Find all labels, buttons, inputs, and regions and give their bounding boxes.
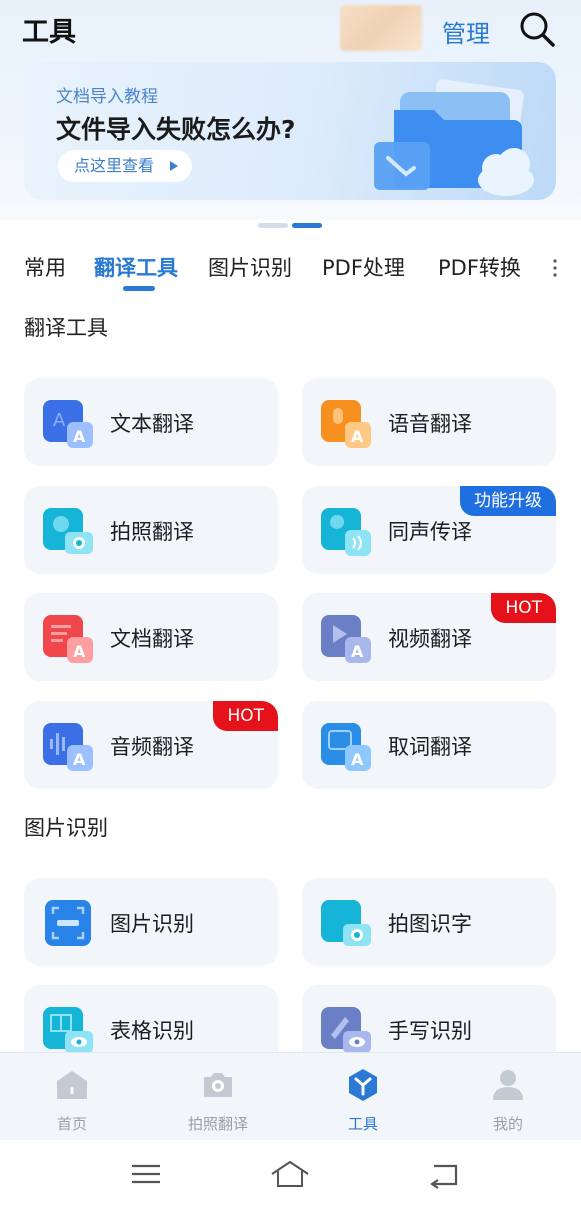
tab-pdf-convert[interactable]: PDF转换	[438, 252, 521, 282]
nav-label: 工具	[347, 1115, 378, 1133]
svg-text:A: A	[351, 750, 364, 769]
system-nav-bar	[0, 1140, 581, 1208]
tool-label: 拍图识字	[388, 912, 472, 936]
hot-badge: HOT	[491, 593, 556, 623]
tool-label: 文档翻译	[110, 627, 194, 651]
blurred-avatar[interactable]	[340, 5, 422, 51]
upgrade-badge: 功能升级	[460, 486, 556, 516]
table-recognition-icon	[43, 1007, 93, 1053]
tool-label: 取词翻译	[388, 735, 472, 759]
section-title-image: 图片识别	[24, 816, 108, 840]
tool-card-simultaneous-interpret[interactable]: 同声传译 功能升级	[302, 486, 556, 574]
tool-label: 同声传译	[388, 520, 472, 544]
tool-card-video-translate[interactable]: A 视频翻译 HOT	[302, 593, 556, 681]
banner-view-label: 点这里查看	[74, 156, 155, 175]
search-icon	[520, 12, 555, 47]
tool-card-audio-translate[interactable]: A 音频翻译 HOT	[24, 701, 278, 789]
camera-icon	[204, 1073, 232, 1097]
home-gesture-icon[interactable]	[270, 1158, 310, 1190]
page-title: 工具	[22, 17, 76, 48]
video-translate-icon: A	[321, 615, 371, 663]
search-button[interactable]	[517, 9, 557, 49]
audio-translate-icon: A	[43, 723, 93, 771]
tools-icon	[349, 1069, 377, 1101]
photo-translate-icon	[43, 508, 93, 554]
nav-label: 我的	[492, 1115, 523, 1133]
folder-illustration-icon	[374, 79, 534, 196]
word-pick-translate-icon: A	[321, 723, 371, 771]
svg-text:A: A	[53, 410, 66, 431]
tab-image-recognition[interactable]: 图片识别	[208, 252, 292, 282]
document-translate-icon: A	[43, 615, 93, 663]
promo-banner[interactable]: 文档导入教程 文件导入失败怎么办? 点这里查看	[24, 62, 556, 200]
handwriting-recognition-icon	[321, 1007, 371, 1053]
tool-card-word-pick-translate[interactable]: A 取词翻译	[302, 701, 556, 789]
svg-text:A: A	[351, 642, 364, 661]
svg-text:A: A	[73, 427, 86, 446]
voice-translate-icon: A	[321, 400, 371, 448]
nav-profile[interactable]: 我的	[458, 1053, 558, 1141]
svg-text:A: A	[351, 427, 364, 446]
hot-badge: HOT	[213, 701, 278, 731]
banner-view-button[interactable]: 点这里查看	[58, 150, 192, 182]
tool-card-photo-translate[interactable]: 拍照翻译	[24, 486, 278, 574]
tool-card-document-translate[interactable]: A 文档翻译	[24, 593, 278, 681]
tool-label: 文本翻译	[110, 412, 194, 436]
tool-label: 语音翻译	[388, 412, 472, 436]
play-arrow-icon	[170, 161, 178, 171]
nav-label: 首页	[56, 1115, 87, 1133]
profile-icon	[493, 1070, 523, 1100]
menu-icon[interactable]	[126, 1158, 166, 1190]
text-translate-icon: A A	[43, 400, 93, 448]
nav-photo-translate[interactable]: 拍照翻译	[168, 1053, 268, 1141]
tool-card-voice-translate[interactable]: A 语音翻译	[302, 378, 556, 466]
tool-label: 手写识别	[388, 1019, 472, 1043]
nav-home[interactable]: 首页	[22, 1053, 122, 1141]
tool-label: 音频翻译	[110, 735, 194, 759]
bottom-nav: 首页 拍照翻译 工具 我的	[0, 1052, 581, 1140]
svg-text:A: A	[73, 642, 86, 661]
tool-card-photo-ocr[interactable]: 拍图识字	[302, 878, 556, 966]
tool-label: 表格识别	[110, 1019, 194, 1043]
home-icon	[57, 1071, 87, 1099]
banner-pagination	[258, 223, 324, 229]
category-tabs: 常用 翻译工具 图片识别 PDF处理 PDF转换	[0, 246, 581, 296]
banner-subtitle: 文档导入教程	[56, 87, 158, 107]
nav-label: 拍照翻译	[187, 1115, 248, 1133]
more-tabs-icon[interactable]	[553, 258, 557, 278]
pagination-dot-active	[292, 223, 322, 228]
tab-translate-tools[interactable]: 翻译工具	[94, 252, 178, 282]
tool-card-text-translate[interactable]: A A 文本翻译	[24, 378, 278, 466]
pagination-dot	[258, 223, 288, 228]
manage-button[interactable]: 管理	[442, 14, 490, 49]
active-tab-indicator	[123, 286, 155, 291]
back-icon[interactable]	[424, 1158, 464, 1190]
tool-label: 视频翻译	[388, 627, 472, 651]
photo-ocr-icon	[321, 900, 371, 946]
tool-label: 拍照翻译	[110, 520, 194, 544]
section-title-translate: 翻译工具	[24, 316, 108, 340]
image-recognition-icon	[45, 900, 91, 946]
tab-pdf-processing[interactable]: PDF处理	[322, 252, 405, 282]
simultaneous-interpret-icon	[321, 508, 371, 556]
nav-tools[interactable]: 工具	[313, 1053, 413, 1141]
tool-card-image-recognition[interactable]: 图片识别	[24, 878, 278, 966]
tool-label: 图片识别	[110, 912, 194, 936]
tab-common[interactable]: 常用	[24, 252, 66, 282]
header: 工具 管理	[0, 0, 581, 60]
svg-text:A: A	[73, 750, 86, 769]
banner-title: 文件导入失败怎么办?	[56, 115, 296, 144]
